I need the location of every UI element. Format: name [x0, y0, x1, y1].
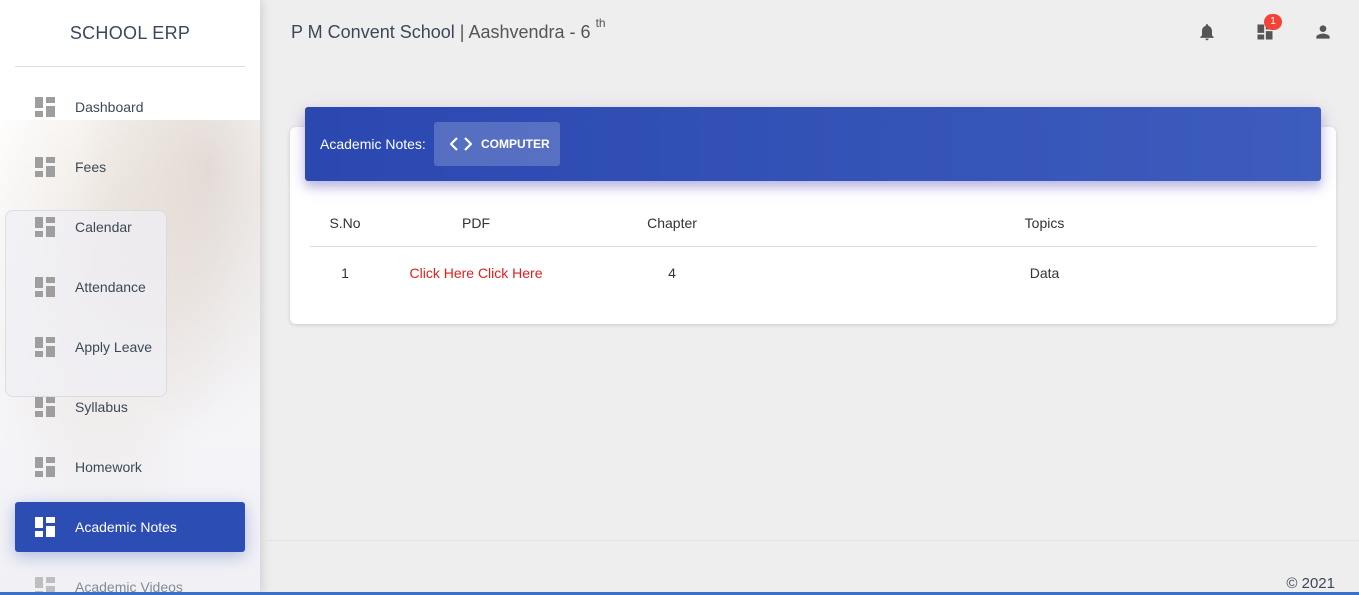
copyright: © 2021 — [1286, 575, 1335, 592]
sidebar-item-attendance[interactable]: Attendance — [15, 262, 245, 312]
table-row: 1 Click Here Click Here 4 Data — [310, 247, 1317, 300]
grade-suffix: th — [595, 16, 606, 30]
dashboard-icon — [35, 97, 55, 117]
column-header-pdf: PDF — [380, 200, 572, 247]
sidebar-item-label: Dashboard — [75, 99, 144, 115]
footer-divider — [260, 540, 1359, 541]
code-icon — [450, 137, 472, 151]
sidebar-item-label: Homework — [75, 459, 142, 475]
bell-icon[interactable] — [1197, 22, 1217, 42]
sidebar-item-homework[interactable]: Homework — [15, 442, 245, 492]
column-header-chapter: Chapter — [572, 200, 772, 247]
title-separator: | — [459, 22, 465, 42]
table-header-row: S.No PDF Chapter Topics — [310, 200, 1317, 247]
dashboard-icon — [35, 517, 55, 537]
sidebar-item-calendar[interactable]: Calendar — [15, 202, 245, 252]
notes-table: S.No PDF Chapter Topics 1 Click Here Cli… — [310, 200, 1317, 299]
sidebar-item-fees[interactable]: Fees — [15, 142, 245, 192]
dashboard-icon — [35, 157, 55, 177]
cell-sno: 1 — [341, 265, 349, 281]
sidebar-item-dashboard[interactable]: Dashboard — [15, 82, 245, 132]
dashboard-icon — [35, 337, 55, 357]
sidebar-item-label: Attendance — [75, 279, 146, 295]
logo-divider — [15, 66, 245, 67]
cell-topics: Data — [1029, 265, 1060, 281]
app-logo[interactable]: SCHOOL ERP — [0, 0, 260, 66]
student-name: Aashvendra - 6 — [468, 22, 591, 42]
pdf-link[interactable]: Click Here Click Here — [409, 265, 542, 281]
card-header: Academic Notes: COMPUTER — [305, 107, 1321, 181]
sidebar-item-label: Academic Notes — [75, 519, 177, 535]
sidebar-item-apply-leave[interactable]: Apply Leave — [15, 322, 245, 372]
sidebar: SCHOOL ERP Dashboard Fees Calendar Atten… — [0, 0, 260, 595]
dashboard-icon — [35, 217, 55, 237]
cell-chapter: 4 — [668, 265, 676, 281]
academic-notes-label: Academic Notes: — [320, 136, 426, 152]
sidebar-item-academic-videos[interactable]: Academic Videos — [15, 562, 245, 595]
sidebar-item-label: Syllabus — [75, 399, 128, 415]
sidebar-item-syllabus[interactable]: Syllabus — [15, 382, 245, 432]
dashboard-icon — [35, 457, 55, 477]
notification-badge: 1 — [1264, 14, 1282, 30]
sidebar-item-label: Calendar — [75, 219, 132, 235]
tab-label: COMPUTER — [481, 137, 550, 151]
column-header-sno: S.No — [310, 200, 380, 247]
sidebar-item-label: Fees — [75, 159, 107, 175]
sidebar-item-academic-notes[interactable]: Academic Notes — [15, 502, 245, 552]
sidebar-item-label: Apply Leave — [75, 339, 153, 355]
cell-pdf: Click Here Click Here — [380, 247, 572, 300]
tab-computer[interactable]: COMPUTER — [434, 122, 560, 166]
page-title: P M Convent School | Aashvendra - 6 th — [291, 16, 606, 43]
person-icon[interactable] — [1313, 22, 1333, 42]
school-name: P M Convent School — [291, 22, 455, 42]
dashboard-icon — [35, 397, 55, 417]
dashboard-icon — [35, 277, 55, 297]
sidebar-nav: Dashboard Fees Calendar Attendance Apply… — [15, 82, 245, 595]
column-header-topics: Topics — [772, 200, 1317, 247]
